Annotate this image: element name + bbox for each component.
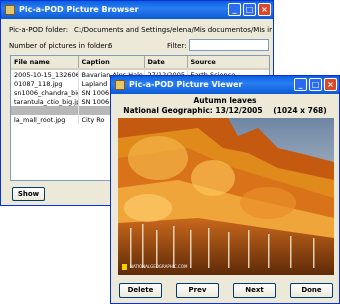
minimize-icon[interactable]: _ (294, 78, 307, 91)
subtitle-line: National Geographic: 13/12/2005 (1024 x … (111, 106, 339, 115)
count-label: Number of pictures in folder: (9, 42, 110, 50)
cell-file-name (11, 106, 79, 115)
minimize-icon[interactable]: _ (228, 3, 241, 16)
autumn-trees-image (118, 118, 334, 275)
filter-label: Filter: (167, 42, 187, 50)
cell-file-name: tarantula_ctio_big.jp (11, 97, 79, 106)
folder-label: Pic-a-POD folder: (9, 26, 69, 34)
picture-icon (115, 80, 125, 90)
cell-file-name: 2005-10-15_132606 (11, 69, 79, 79)
filter-input[interactable] (189, 39, 269, 51)
picture-icon (5, 5, 15, 15)
col-header-date[interactable]: Date (144, 56, 188, 70)
col-header-file-name[interactable]: File name (11, 56, 79, 70)
cell-file-name: la_mall_root.jpg (11, 115, 79, 124)
done-button[interactable]: Done (290, 283, 333, 298)
delete-button[interactable]: Delete (119, 283, 162, 298)
browser-titlebar[interactable]: Pic-a-POD Picture Browser _ □ × (1, 1, 273, 19)
close-icon[interactable]: × (258, 3, 271, 16)
browser-title: Pic-a-POD Picture Browser (19, 5, 139, 14)
col-header-source[interactable]: Source (187, 56, 269, 70)
table-header-row: File name Caption Date Source (11, 56, 269, 70)
folder-path[interactable]: C:/Documents and Settings/elena/Mis docu… (74, 26, 272, 34)
maximize-icon[interactable]: □ (243, 3, 256, 16)
picture-dimensions: (1024 x 768) (273, 106, 327, 115)
next-button[interactable]: Next (233, 283, 276, 298)
prev-button[interactable]: Prev (176, 283, 219, 298)
maximize-icon[interactable]: □ (309, 78, 322, 91)
cell-file-name: sn1006_chandra_big (11, 88, 79, 97)
picture-image: NATIONALGEOGRAPHIC.COM (118, 118, 334, 275)
caption-line: Autumn leaves (111, 96, 339, 105)
viewer-title: Pic-a-POD Picture Viewer (129, 80, 243, 89)
viewer-titlebar[interactable]: Pic-a-POD Picture Viewer _ □ × (111, 76, 339, 94)
show-button[interactable]: Show (12, 187, 45, 201)
count-value: 6 (108, 42, 113, 50)
picture-viewer-window: Pic-a-POD Picture Viewer _ □ × Autumn le… (110, 75, 340, 304)
col-header-caption[interactable]: Caption (78, 56, 145, 70)
watermark-text: NATIONALGEOGRAPHIC.COM (130, 264, 188, 269)
close-icon[interactable]: × (324, 78, 337, 91)
picture-source-date: National Geographic: 13/12/2005 (123, 106, 263, 115)
cell-file-name: 01087_118.jpg (11, 79, 79, 88)
picture-caption: Autumn leaves (193, 96, 257, 105)
